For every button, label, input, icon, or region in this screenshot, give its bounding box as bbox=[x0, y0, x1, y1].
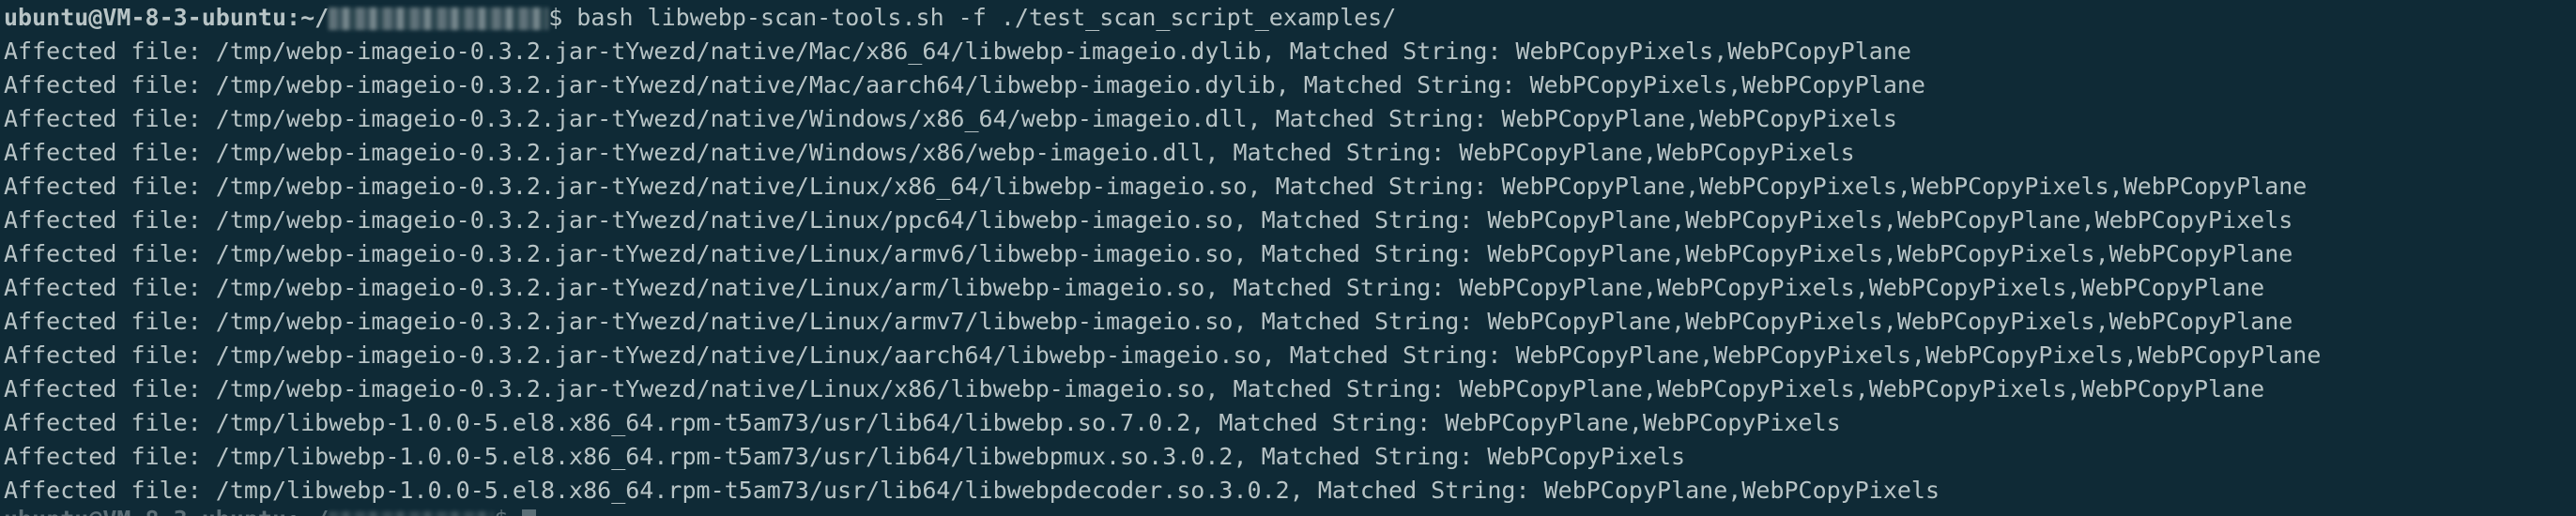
output-line: Affected file: /tmp/webp-imageio-0.3.2.j… bbox=[4, 173, 2308, 200]
output-line: Affected file: /tmp/webp-imageio-0.3.2.j… bbox=[4, 375, 2265, 402]
output-line: Affected file: /tmp/webp-imageio-0.3.2.j… bbox=[4, 206, 2293, 234]
prompt-sigil: $ bbox=[548, 4, 577, 31]
output-line: Affected file: /tmp/webp-imageio-0.3.2.j… bbox=[4, 308, 2293, 335]
terminal-output: ubuntu@VM-8-3-ubuntu:~/ $ bash libwebp-sc… bbox=[4, 1, 2572, 516]
prompt-user-host: ubuntu@VM-8-3-ubuntu:~/ bbox=[4, 4, 330, 31]
output-line: Affected file: /tmp/webp-imageio-0.3.2.j… bbox=[4, 38, 1911, 65]
output-line: Affected file: /tmp/webp-imageio-0.3.2.j… bbox=[4, 139, 1855, 166]
text-cursor[interactable] bbox=[522, 509, 537, 516]
output-line: Affected file: /tmp/libwebp-1.0.0-5.el8.… bbox=[4, 443, 1686, 470]
output-line: Affected file: /tmp/libwebp-1.0.0-5.el8.… bbox=[4, 477, 1940, 504]
output-line: Affected file: /tmp/webp-imageio-0.3.2.j… bbox=[4, 71, 1925, 99]
next-prompt-sigil: $ bbox=[494, 508, 522, 516]
redacted-path bbox=[329, 8, 549, 30]
prompt-line: ubuntu@VM-8-3-ubuntu:~/ $ bash libwebp-sc… bbox=[4, 1, 2572, 35]
terminal-window[interactable]: ubuntu@VM-8-3-ubuntu:~/ $ bash libwebp-sc… bbox=[0, 0, 2576, 516]
output-line: Affected file: /tmp/webp-imageio-0.3.2.j… bbox=[4, 341, 2322, 369]
output-line: Affected file: /tmp/webp-imageio-0.3.2.j… bbox=[4, 274, 2265, 301]
next-prompt-line: ubuntu@VM-8-3-ubuntu:~/ $ bbox=[4, 508, 2572, 516]
output-line: Affected file: /tmp/webp-imageio-0.3.2.j… bbox=[4, 105, 1897, 132]
output-line: Affected file: /tmp/webp-imageio-0.3.2.j… bbox=[4, 240, 2293, 267]
command-text: bash libwebp-scan-tools.sh -f ./test_sca… bbox=[576, 4, 1397, 31]
next-prompt-user-host: ubuntu@VM-8-3-ubuntu:~/ bbox=[4, 508, 329, 516]
output-line: Affected file: /tmp/libwebp-1.0.0-5.el8.… bbox=[4, 409, 1841, 436]
redacted-path bbox=[329, 511, 495, 516]
